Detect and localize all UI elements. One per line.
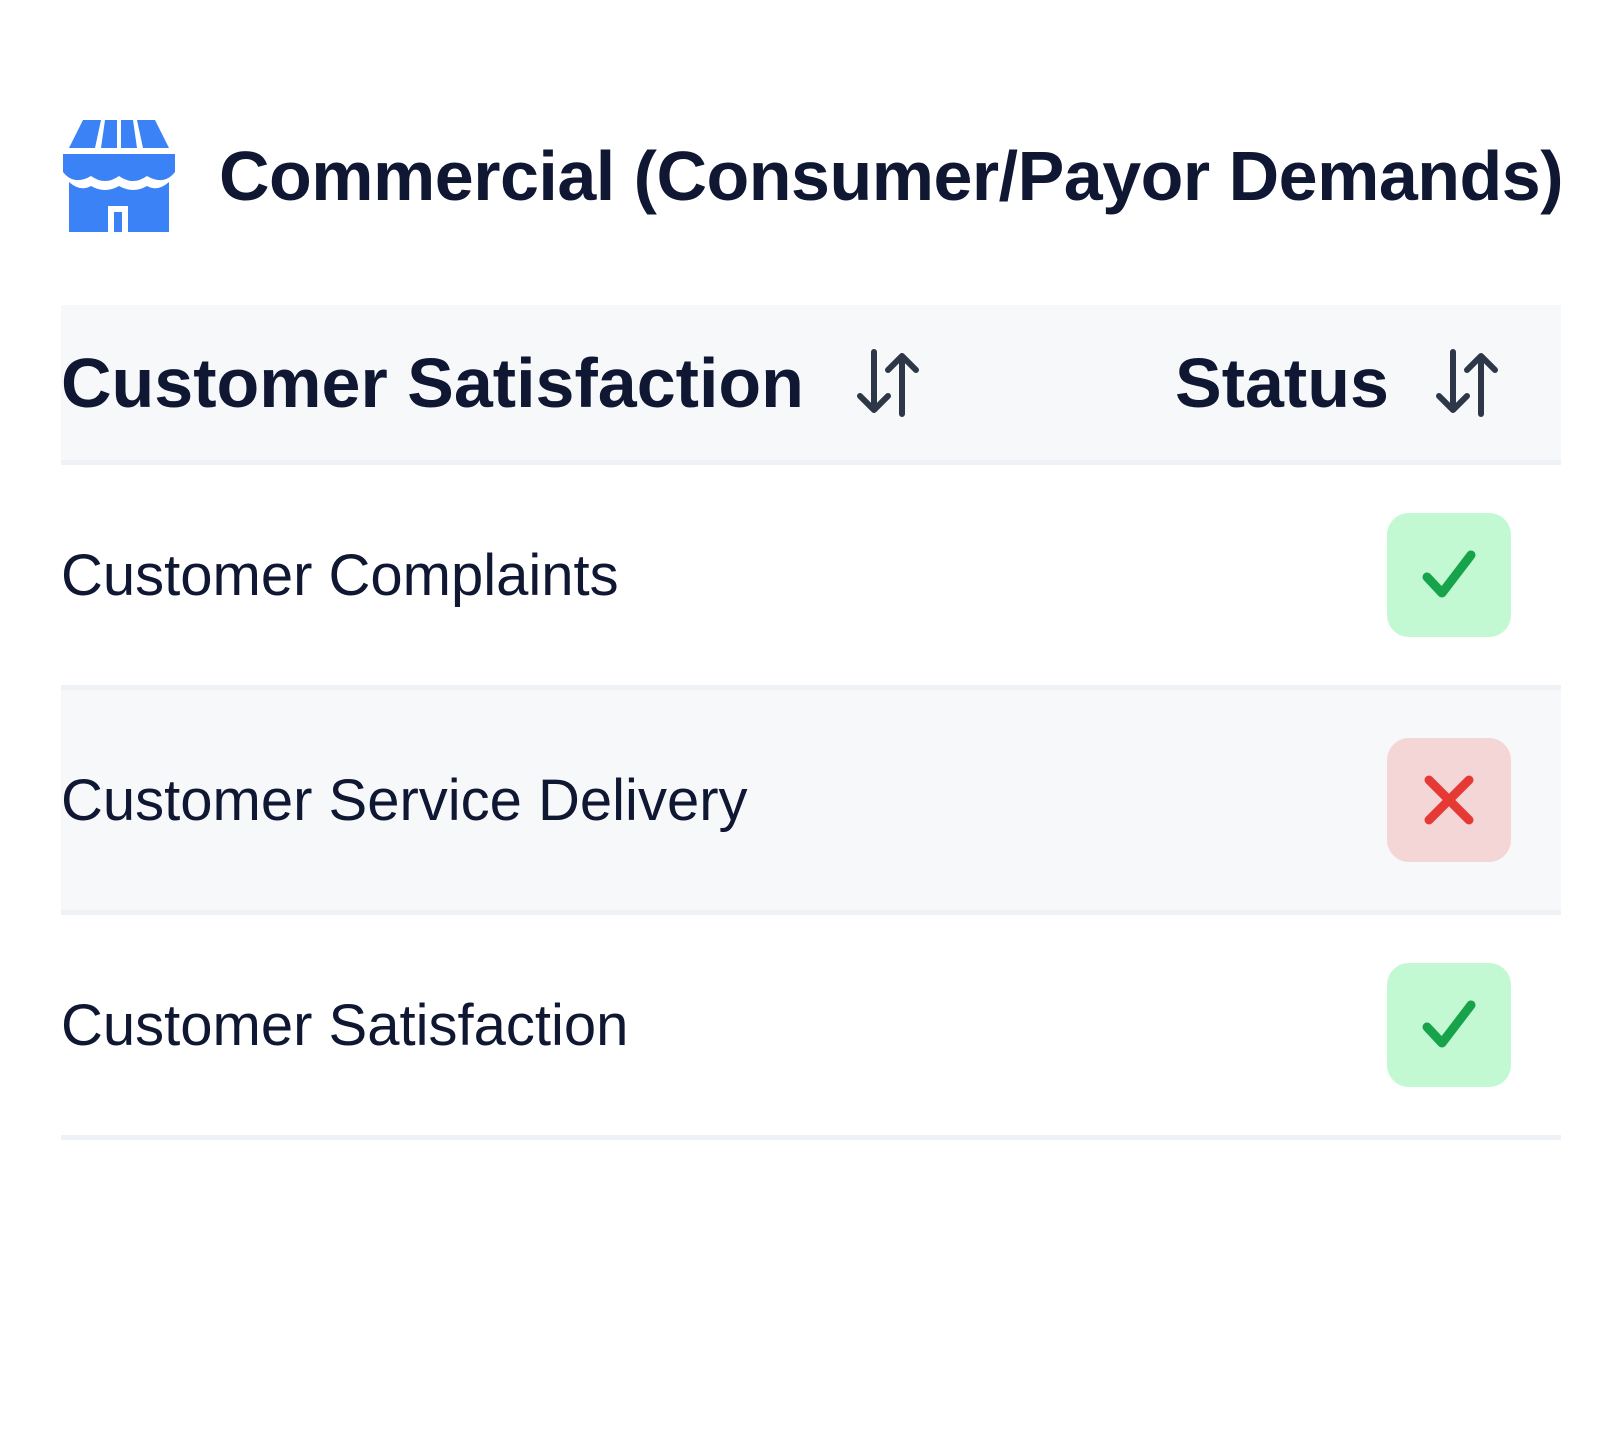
table-row: Customer Satisfaction bbox=[61, 915, 1561, 1140]
column-header-label: Customer Satisfaction bbox=[61, 343, 804, 422]
status-badge-fail bbox=[1387, 738, 1511, 862]
column-header-status[interactable]: Status bbox=[1175, 305, 1499, 460]
status-badge-pass bbox=[1387, 963, 1511, 1087]
column-header-label: Status bbox=[1175, 343, 1389, 422]
page-header: Commercial (Consumer/Payor Demands) bbox=[63, 120, 1564, 232]
row-label: Customer Satisfaction bbox=[61, 992, 629, 1058]
table-row: Customer Service Delivery bbox=[61, 690, 1561, 915]
row-label: Customer Complaints bbox=[61, 542, 619, 608]
sort-arrows-icon[interactable] bbox=[856, 348, 920, 418]
x-icon bbox=[1424, 775, 1474, 825]
sort-arrows-icon[interactable] bbox=[1435, 348, 1499, 418]
store-icon bbox=[63, 120, 175, 232]
check-icon bbox=[1422, 1000, 1476, 1048]
row-label: Customer Service Delivery bbox=[61, 767, 748, 833]
status-table: Customer Satisfaction Status Customer Co… bbox=[61, 305, 1561, 1140]
column-header-customer-satisfaction[interactable]: Customer Satisfaction bbox=[61, 305, 920, 460]
table-row: Customer Complaints bbox=[61, 465, 1561, 690]
page-title: Commercial (Consumer/Payor Demands) bbox=[219, 137, 1564, 215]
check-icon bbox=[1422, 550, 1476, 598]
table-header: Customer Satisfaction Status bbox=[61, 305, 1561, 465]
status-badge-pass bbox=[1387, 513, 1511, 637]
